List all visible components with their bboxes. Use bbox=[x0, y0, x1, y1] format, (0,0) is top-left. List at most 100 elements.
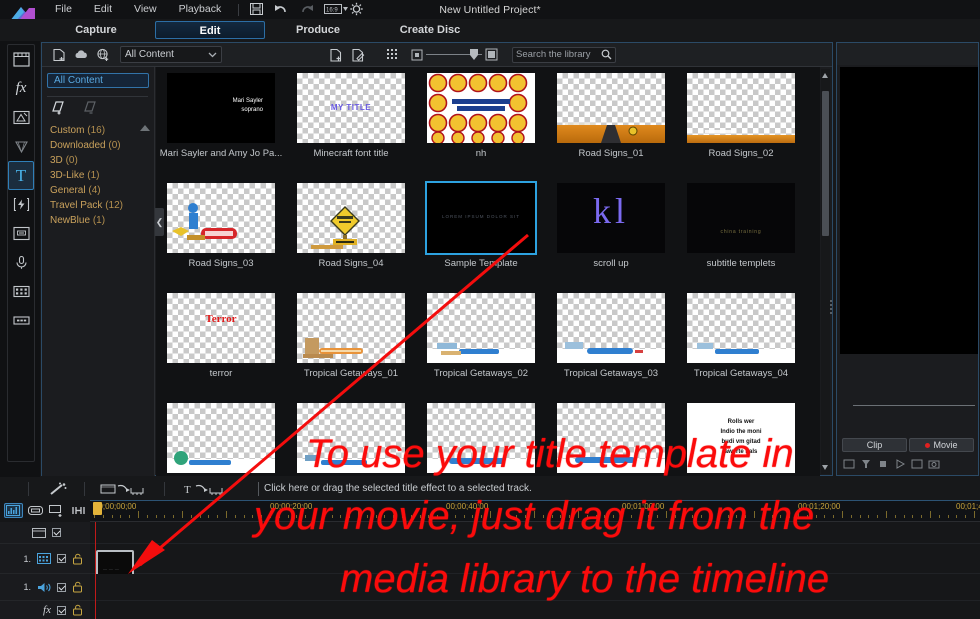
menu-edit[interactable]: Edit bbox=[83, 0, 123, 19]
mark-in-icon[interactable] bbox=[860, 458, 872, 470]
category-all-content[interactable]: All Content bbox=[47, 73, 149, 88]
library-item[interactable]: Tropical Getaways_04 bbox=[676, 293, 806, 379]
timeline-view-icon[interactable] bbox=[4, 503, 23, 518]
track-header-fx[interactable]: fx bbox=[0, 601, 90, 619]
track-video-1[interactable]: — — — bbox=[90, 544, 980, 584]
track-fx[interactable] bbox=[90, 601, 980, 619]
menu-view[interactable]: View bbox=[123, 0, 168, 19]
prev-frame-icon[interactable] bbox=[843, 458, 855, 470]
library-item-selected[interactable]: LOREM IPSUM DOLOR SIT Sample Template bbox=[416, 181, 546, 269]
category-item-travel-pack[interactable]: Travel Pack (12) bbox=[50, 198, 150, 213]
tab-edit[interactable]: Edit bbox=[155, 21, 265, 39]
track-header-video-1[interactable]: 1. bbox=[0, 544, 90, 574]
track-lock-icon[interactable] bbox=[72, 553, 83, 565]
clip-to-track-icon[interactable] bbox=[100, 482, 146, 502]
scroll-up-arrow-icon[interactable] bbox=[822, 73, 828, 78]
edit-title-icon[interactable] bbox=[347, 44, 369, 66]
track-visibility-checkbox[interactable] bbox=[52, 528, 61, 537]
transitions-icon[interactable] bbox=[8, 103, 34, 132]
category-item-downloaded[interactable]: Downloaded (0) bbox=[50, 138, 150, 153]
library-item[interactable]: nh bbox=[416, 73, 546, 159]
library-item[interactable]: MY TITLE Minecraft font title bbox=[286, 73, 416, 159]
filmstrip-icon[interactable] bbox=[8, 277, 34, 306]
redo-icon[interactable] bbox=[299, 2, 316, 17]
library-item[interactable]: Terror terror bbox=[156, 293, 286, 379]
library-item[interactable]: Rolls wer Indio the moni budi vm gitad awer… bbox=[676, 403, 806, 476]
panel-resize-grip[interactable] bbox=[830, 298, 835, 320]
subtitle-icon[interactable] bbox=[8, 219, 34, 248]
slider-track[interactable] bbox=[426, 49, 482, 60]
cloud-icon[interactable] bbox=[70, 44, 92, 66]
magic-wand-icon[interactable] bbox=[48, 482, 68, 502]
category-item-newblue[interactable]: NewBlue (1) bbox=[50, 213, 150, 228]
scrollbar-thumb[interactable] bbox=[822, 91, 829, 236]
save-icon[interactable] bbox=[249, 2, 266, 17]
library-item[interactable] bbox=[546, 403, 676, 476]
track-header-master[interactable] bbox=[0, 522, 90, 544]
tab-capture[interactable]: Capture bbox=[55, 21, 137, 39]
category-item-3d[interactable]: 3D (0) bbox=[50, 153, 150, 168]
tab-clip[interactable]: Clip bbox=[842, 438, 907, 452]
settings-gear-icon[interactable] bbox=[349, 2, 366, 17]
library-item[interactable]: Road Signs_02 bbox=[676, 73, 806, 159]
library-item[interactable]: Tropical Getaways_02 bbox=[416, 293, 546, 379]
playhead-handle[interactable] bbox=[93, 502, 102, 515]
library-item[interactable]: Road Signs_01 bbox=[546, 73, 676, 159]
track-visibility-checkbox[interactable] bbox=[57, 582, 66, 592]
menu-playback[interactable]: Playback bbox=[168, 0, 233, 19]
library-item[interactable]: kl scroll up bbox=[546, 183, 676, 269]
content-filter-dropdown[interactable]: All Content bbox=[120, 46, 222, 63]
library-item[interactable]: Mari Sayler soprano Mari Sayler and Amy … bbox=[156, 73, 286, 159]
library-item[interactable]: Road Signs_04 bbox=[286, 183, 416, 269]
fullscreen-icon[interactable] bbox=[911, 458, 923, 470]
add-folder-icon[interactable] bbox=[50, 99, 68, 115]
new-title-icon[interactable] bbox=[325, 44, 347, 66]
remove-folder-icon[interactable] bbox=[82, 99, 100, 115]
library-item[interactable]: Tropical Getaways_03 bbox=[546, 293, 676, 379]
library-item[interactable] bbox=[416, 403, 546, 476]
tab-produce[interactable]: Produce bbox=[280, 21, 356, 39]
track-lock-icon[interactable] bbox=[72, 581, 83, 593]
title-to-track-icon[interactable]: T bbox=[184, 482, 230, 502]
slider-thumb[interactable] bbox=[470, 49, 478, 60]
media-icon[interactable] bbox=[8, 45, 34, 74]
particle-icon[interactable] bbox=[8, 132, 34, 161]
grid-view-icon[interactable] bbox=[381, 44, 403, 66]
aspect-ratio-16-9-icon[interactable]: 16:9 bbox=[324, 2, 349, 17]
import-media-icon[interactable] bbox=[48, 44, 70, 66]
undo-icon[interactable] bbox=[274, 2, 291, 17]
library-item[interactable] bbox=[156, 403, 286, 476]
category-item-general[interactable]: General (4) bbox=[50, 183, 150, 198]
timeline-ruler[interactable]: 00;00;00;00 00;00;20;00 00;00;40;00 00;0… bbox=[90, 500, 980, 522]
timeline-tracks[interactable]: — — — bbox=[90, 522, 980, 619]
track-audio-1[interactable] bbox=[90, 574, 980, 601]
track-lock-icon[interactable] bbox=[72, 604, 83, 616]
storyboard-view-icon[interactable] bbox=[26, 503, 45, 518]
tab-create-disc[interactable]: Create Disc bbox=[385, 21, 475, 39]
library-item[interactable]: Road Signs_03 bbox=[156, 183, 286, 269]
category-item-custom[interactable]: Custom (16) bbox=[50, 123, 150, 138]
track-visibility-checkbox[interactable] bbox=[57, 605, 66, 615]
snapshot-icon[interactable] bbox=[928, 458, 940, 470]
library-item[interactable]: Tropical Getaways_01 bbox=[286, 293, 416, 379]
title-icon[interactable]: T bbox=[8, 161, 34, 190]
library-search[interactable] bbox=[512, 46, 616, 63]
track-header-audio-1[interactable]: 1. bbox=[0, 574, 90, 601]
library-item[interactable]: china training subtitle templets bbox=[676, 183, 806, 269]
preview-screen[interactable] bbox=[840, 67, 978, 354]
thumbnail-size-slider[interactable] bbox=[411, 48, 498, 61]
track-master[interactable] bbox=[90, 522, 980, 544]
category-item-3d-like[interactable]: 3D-Like (1) bbox=[50, 168, 150, 183]
menu-file[interactable]: File bbox=[44, 0, 83, 19]
track-manager-icon[interactable] bbox=[69, 503, 88, 518]
track-visibility-checkbox[interactable] bbox=[57, 554, 66, 563]
globe-upload-icon[interactable] bbox=[92, 44, 114, 66]
play-icon[interactable] bbox=[894, 458, 906, 470]
preview-scrub-track[interactable] bbox=[853, 405, 975, 406]
voiceover-mic-icon[interactable] bbox=[8, 248, 34, 277]
library-scrollbar[interactable] bbox=[821, 69, 830, 474]
add-track-icon[interactable] bbox=[48, 503, 67, 518]
library-item[interactable] bbox=[286, 403, 416, 476]
stop-icon[interactable] bbox=[877, 458, 889, 470]
effects-lightning-icon[interactable] bbox=[8, 190, 34, 219]
